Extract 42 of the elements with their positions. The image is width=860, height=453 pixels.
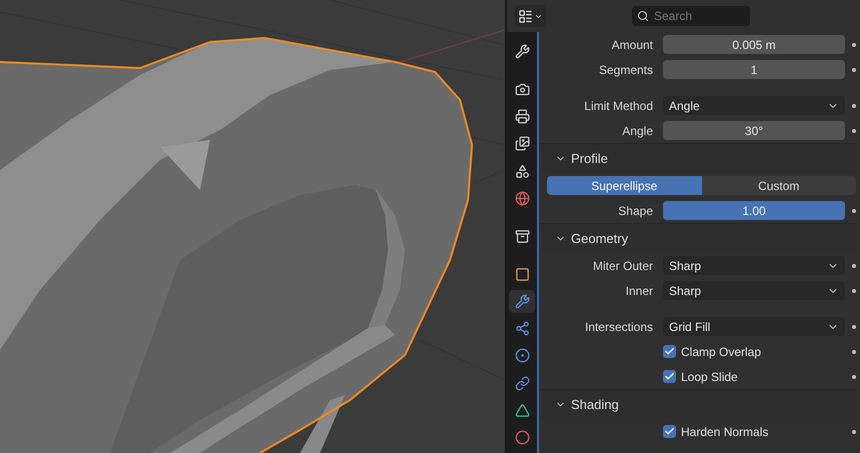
link-icon (514, 376, 530, 391)
field-label: Shape (618, 202, 653, 220)
triangle-icon (514, 402, 530, 418)
wrench-icon (514, 294, 530, 310)
checkbox-label: Loop Slide (681, 368, 738, 386)
field-label: Angle (622, 122, 653, 140)
profile-tab[interactable]: Custom (702, 176, 856, 195)
dropdown[interactable]: Sharp (663, 256, 845, 275)
globe-icon (514, 190, 530, 206)
field-label: Limit Method (584, 98, 653, 114)
search-field[interactable]: Search (632, 6, 750, 26)
checkbox[interactable] (663, 345, 676, 358)
checkbox[interactable] (663, 370, 676, 383)
camera-icon (514, 82, 530, 98)
number-field[interactable]: 0.005 m (663, 35, 845, 54)
tool-wrench-icon (514, 44, 530, 60)
profile-tab[interactable]: Superellipse (547, 176, 702, 195)
field-label: Inner (626, 282, 653, 300)
dropdown[interactable]: Angle (663, 96, 845, 115)
dropdown[interactable]: Sharp (663, 281, 845, 300)
number-field[interactable]: 1 (663, 60, 845, 79)
field-label: Miter Outer (592, 258, 653, 274)
checkbox-label: Harden Normals (681, 424, 768, 440)
search-icon (637, 10, 649, 22)
slider-field[interactable]: 1.00 (663, 201, 845, 220)
archive-icon (514, 228, 530, 244)
number-field[interactable]: 30° (663, 121, 845, 140)
square-icon (514, 267, 530, 282)
slider-value: 1.00 (742, 202, 766, 220)
editor-type-button[interactable] (515, 5, 546, 27)
field-label: Segments (598, 62, 653, 78)
images-icon (514, 136, 530, 152)
checkbox[interactable] (663, 425, 676, 438)
field-label: Amount (612, 36, 653, 54)
editor-type-icon (518, 8, 533, 24)
shapes-icon (514, 164, 530, 179)
printer-icon (514, 109, 530, 124)
checkbox-label: Clamp Overlap (681, 344, 762, 360)
properties-tab[interactable] (509, 290, 535, 314)
field-label: Intersections (584, 318, 653, 336)
dropdown[interactable]: Grid Fill (663, 317, 845, 336)
nodes-icon (514, 321, 530, 336)
